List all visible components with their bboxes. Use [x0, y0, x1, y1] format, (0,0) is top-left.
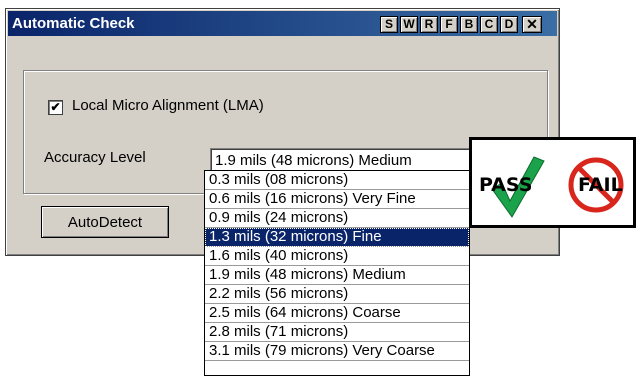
dropdown-option[interactable]: 2.8 mils (71 microns) — [205, 323, 469, 342]
autodetect-button[interactable]: AutoDetect — [41, 206, 169, 238]
autodetect-label: AutoDetect — [67, 214, 143, 231]
dropdown-option[interactable]: 2.2 mils (56 microns) — [205, 285, 469, 304]
title-button-s[interactable]: S — [380, 16, 398, 33]
dropdown-option[interactable]: 1.6 mils (40 microns) — [205, 247, 469, 266]
title-button-f[interactable]: F — [440, 16, 458, 33]
title-button-d[interactable]: D — [500, 16, 518, 33]
window-title: Automatic Check — [12, 15, 135, 32]
accuracy-level-label: Accuracy Level — [44, 149, 146, 166]
dropdown-option[interactable]: 0.9 mils (24 microns) — [205, 209, 469, 228]
dropdown-option[interactable]: 3.1 mils (79 microns) Very Coarse — [205, 342, 469, 361]
close-button[interactable]: ✕ — [522, 16, 542, 33]
fail-label: FAIL — [578, 174, 623, 196]
dropdown-option[interactable]: 0.3 mils (08 microns) — [205, 171, 469, 190]
dropdown-option[interactable]: 1.9 mils (48 microns) Medium — [205, 266, 469, 285]
accuracy-selected-value: 1.9 mils (48 microns) Medium — [215, 152, 412, 169]
title-bar[interactable]: Automatic Check S W R F B C D ✕ — [8, 11, 557, 36]
title-button-group: S W R F B C D ✕ — [380, 16, 544, 33]
dropdown-option[interactable]: 0.6 mils (16 microns) Very Fine — [205, 190, 469, 209]
lma-checkbox[interactable]: ✔ — [48, 100, 63, 115]
accuracy-dropdown-list: 0.3 mils (08 microns) 0.6 mils (16 micro… — [204, 170, 470, 376]
title-button-w[interactable]: W — [400, 16, 418, 33]
pass-fail-panel: PASS FAIL — [469, 137, 636, 228]
dropdown-option[interactable]: 2.5 mils (64 microns) Coarse — [205, 304, 469, 323]
dropdown-option-highlighted[interactable]: 1.3 mils (32 microns) Fine — [205, 228, 469, 247]
lma-label: Local Micro Alignment (LMA) — [72, 97, 264, 114]
pass-label: PASS — [479, 174, 533, 196]
title-button-r[interactable]: R — [420, 16, 438, 33]
title-button-c[interactable]: C — [480, 16, 498, 33]
title-button-b[interactable]: B — [460, 16, 478, 33]
